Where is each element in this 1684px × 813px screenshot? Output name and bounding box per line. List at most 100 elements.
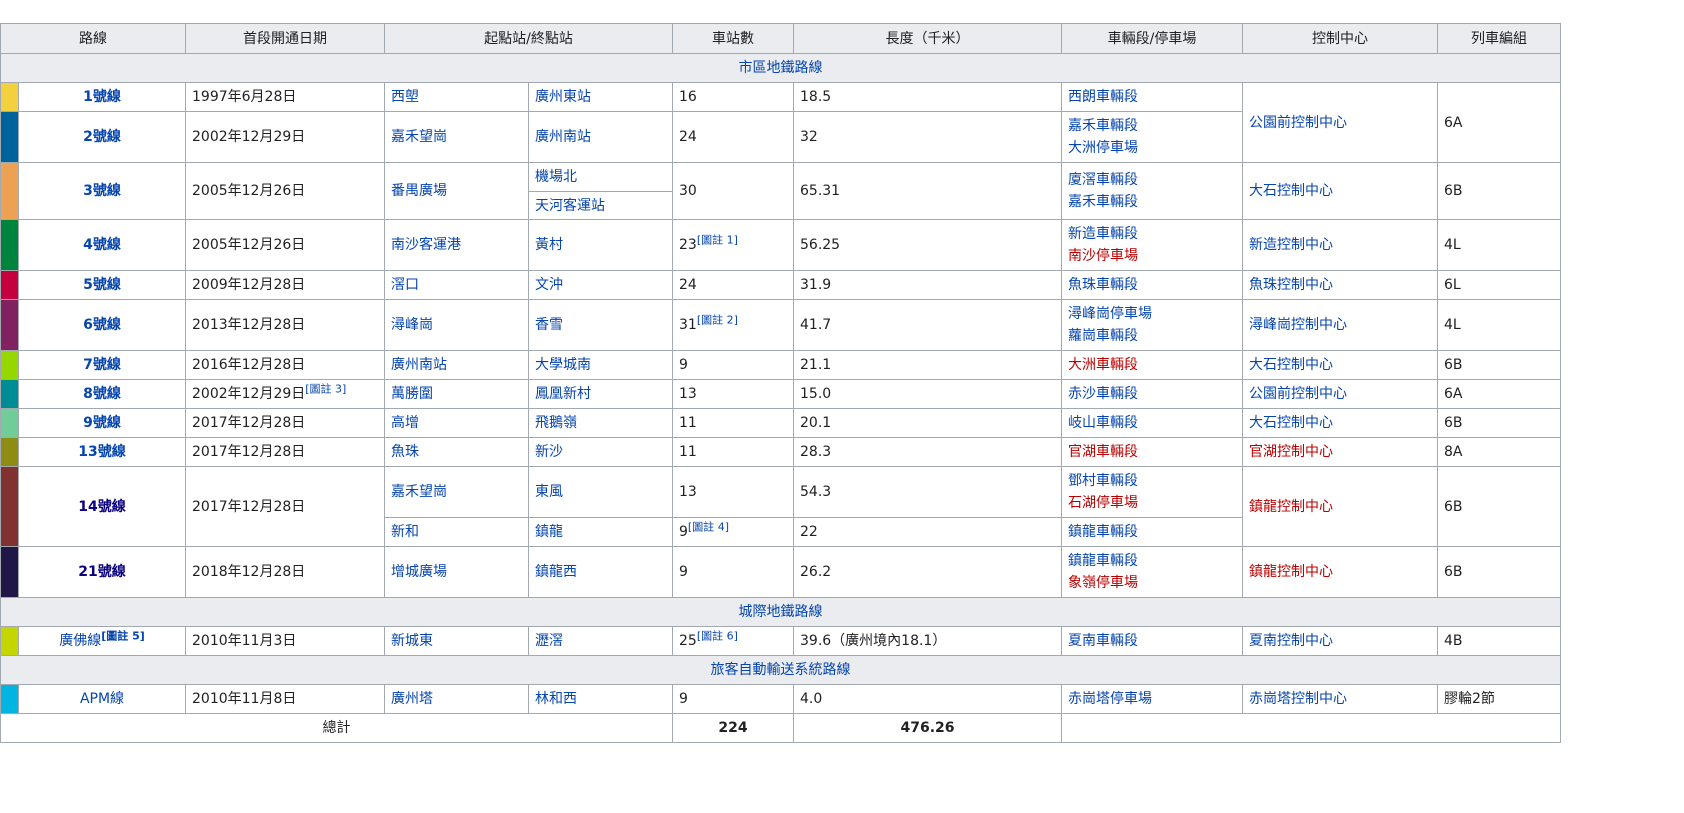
cell-end[interactable]: 林和西	[528, 684, 673, 714]
line-name-link[interactable]: 1號線	[18, 82, 186, 112]
cell-control[interactable]: 赤崗塔控制中心	[1242, 684, 1438, 714]
cell-depots[interactable]: 潯峰崗停車場 蘿崗車輛段	[1061, 299, 1243, 351]
cell-end[interactable]: 大學城南	[528, 350, 673, 380]
cell-depots[interactable]: 大洲車輛段	[1061, 350, 1243, 380]
cell-control[interactable]: 魚珠控制中心	[1242, 270, 1438, 300]
footnote-ref[interactable]: [圖註 2]	[697, 313, 738, 326]
cell-start[interactable]: 新和	[384, 517, 529, 547]
cell-control[interactable]: 鎮龍控制中心	[1242, 466, 1438, 547]
cell-end[interactable]: 廣州東站	[528, 82, 673, 112]
line-name-link[interactable]: 5號線	[18, 270, 186, 300]
line-name-link[interactable]: 9號線	[18, 408, 186, 438]
line-name-link[interactable]: 21號線	[18, 546, 186, 598]
line-name-link[interactable]: 13號線	[18, 437, 186, 467]
line-name-link[interactable]: 7號線	[18, 350, 186, 380]
cell-stations: 13	[672, 466, 794, 518]
cell-end[interactable]: 鎮龍西	[528, 546, 673, 598]
cell-start[interactable]: 增城廣場	[384, 546, 529, 598]
line-name-link[interactable]: 14號線	[18, 466, 186, 547]
cell-depots[interactable]: 新造車輛段 南沙停車場	[1061, 219, 1243, 271]
header-stations: 車站數	[672, 23, 794, 54]
cell-date: 2005年12月26日	[185, 162, 385, 220]
cell-control[interactable]: 大石控制中心	[1242, 350, 1438, 380]
line-name-link[interactable]: 4號線	[18, 219, 186, 271]
cell-depots[interactable]: 鎮龍車輛段 象嶺停車場	[1061, 546, 1243, 598]
cell-start[interactable]: 萬勝圍	[384, 379, 529, 409]
cell-end[interactable]: 文沖	[528, 270, 673, 300]
cell-control[interactable]: 夏南控制中心	[1242, 626, 1438, 656]
header-terminals: 起點站/終點站	[384, 23, 673, 54]
line-name-link[interactable]: 2號線	[18, 111, 186, 163]
line-name-link[interactable]: 6號線	[18, 299, 186, 351]
cell-depots[interactable]: 嘉禾車輛段 大洲停車場	[1061, 111, 1243, 163]
cell-start[interactable]: 滘口	[384, 270, 529, 300]
cell-stations: 25[圖註 6]	[672, 626, 794, 656]
cell-end[interactable]: 天河客運站	[528, 191, 673, 220]
cell-start[interactable]: 廣州南站	[384, 350, 529, 380]
cell-depots[interactable]: 岐山車輛段	[1061, 408, 1243, 438]
section-apm-link[interactable]: 旅客自動輸送系統路線	[711, 662, 851, 678]
header-date: 首段開通日期	[185, 23, 385, 54]
cell-end[interactable]: 瀝滘	[528, 626, 673, 656]
cell-end[interactable]: 飛鵝嶺	[528, 408, 673, 438]
cell-start[interactable]: 廣州塔	[384, 684, 529, 714]
cell-control[interactable]: 新造控制中心	[1242, 219, 1438, 271]
cell-start[interactable]: 高增	[384, 408, 529, 438]
line-name-link[interactable]: 8號線	[18, 379, 186, 409]
section-urban-link[interactable]: 市區地鐵路線	[739, 60, 823, 76]
cell-formation: 6B	[1437, 466, 1561, 547]
cell-start[interactable]: 潯峰崗	[384, 299, 529, 351]
cell-control[interactable]: 鎮龍控制中心	[1242, 546, 1438, 598]
cell-date: 2018年12月28日	[185, 546, 385, 598]
cell-formation: 8A	[1437, 437, 1561, 467]
table-row: 13號線 2017年12月28日 魚珠 新沙 11 28.3 官湖車輛段 官湖控…	[0, 437, 1561, 467]
cell-end[interactable]: 香雪	[528, 299, 673, 351]
cell-depots[interactable]: 魚珠車輛段	[1061, 270, 1243, 300]
line-name-link[interactable]: APM線	[18, 684, 186, 714]
cell-length: 18.5	[793, 82, 1062, 112]
cell-control[interactable]: 公園前控制中心	[1242, 379, 1438, 409]
cell-length: 21.1	[793, 350, 1062, 380]
cell-control[interactable]: 官湖控制中心	[1242, 437, 1438, 467]
cell-control[interactable]: 潯峰崗控制中心	[1242, 299, 1438, 351]
cell-start[interactable]: 西塱	[384, 82, 529, 112]
cell-end[interactable]: 東風	[528, 466, 673, 518]
cell-depots[interactable]: 西朗車輛段	[1061, 82, 1243, 112]
cell-length: 65.31	[793, 162, 1062, 220]
cell-end[interactable]: 鎮龍	[528, 517, 673, 547]
cell-start[interactable]: 嘉禾望崗	[384, 466, 529, 518]
cell-end[interactable]: 新沙	[528, 437, 673, 467]
cell-end[interactable]: 黃村	[528, 219, 673, 271]
line-name-link[interactable]: 廣佛線[圖註 5]	[18, 626, 186, 656]
cell-end[interactable]: 廣州南站	[528, 111, 673, 163]
cell-start[interactable]: 南沙客運港	[384, 219, 529, 271]
cell-end[interactable]: 鳳凰新村	[528, 379, 673, 409]
cell-stations: 9[圖註 4]	[672, 517, 794, 547]
cell-stations: 9	[672, 684, 794, 714]
section-intercity-link[interactable]: 城際地鐵路線	[739, 604, 823, 620]
cell-control[interactable]: 公園前控制中心	[1242, 82, 1438, 163]
cell-start[interactable]: 魚珠	[384, 437, 529, 467]
cell-depots[interactable]: 夏南車輛段	[1061, 626, 1243, 656]
cell-length: 54.3	[793, 466, 1062, 518]
cell-stations: 30	[672, 162, 794, 220]
cell-start[interactable]: 番禺廣場	[384, 162, 529, 220]
line-name-link[interactable]: 3號線	[18, 162, 186, 220]
cell-start[interactable]: 新城東	[384, 626, 529, 656]
footnote-ref[interactable]: [圖註 6]	[697, 629, 738, 642]
footnote-ref[interactable]: [圖註 3]	[305, 382, 346, 395]
cell-date: 2017年12月28日	[185, 466, 385, 547]
cell-control[interactable]: 大石控制中心	[1242, 408, 1438, 438]
cell-depots[interactable]: 鎮龍車輛段	[1061, 517, 1243, 547]
cell-depots[interactable]: 赤崗塔停車場	[1061, 684, 1243, 714]
footnote-ref[interactable]: [圖註 4]	[688, 520, 729, 533]
cell-end[interactable]: 機場北	[528, 162, 673, 192]
cell-control[interactable]: 大石控制中心	[1242, 162, 1438, 220]
cell-depots[interactable]: 鄧村車輛段 石湖停車場	[1061, 466, 1243, 518]
cell-length: 15.0	[793, 379, 1062, 409]
cell-start[interactable]: 嘉禾望崗	[384, 111, 529, 163]
cell-depots[interactable]: 官湖車輛段	[1061, 437, 1243, 467]
cell-depots[interactable]: 赤沙車輛段	[1061, 379, 1243, 409]
cell-depots[interactable]: 廈滘車輛段 嘉禾車輛段	[1061, 162, 1243, 220]
footnote-ref[interactable]: [圖註 1]	[697, 233, 738, 246]
